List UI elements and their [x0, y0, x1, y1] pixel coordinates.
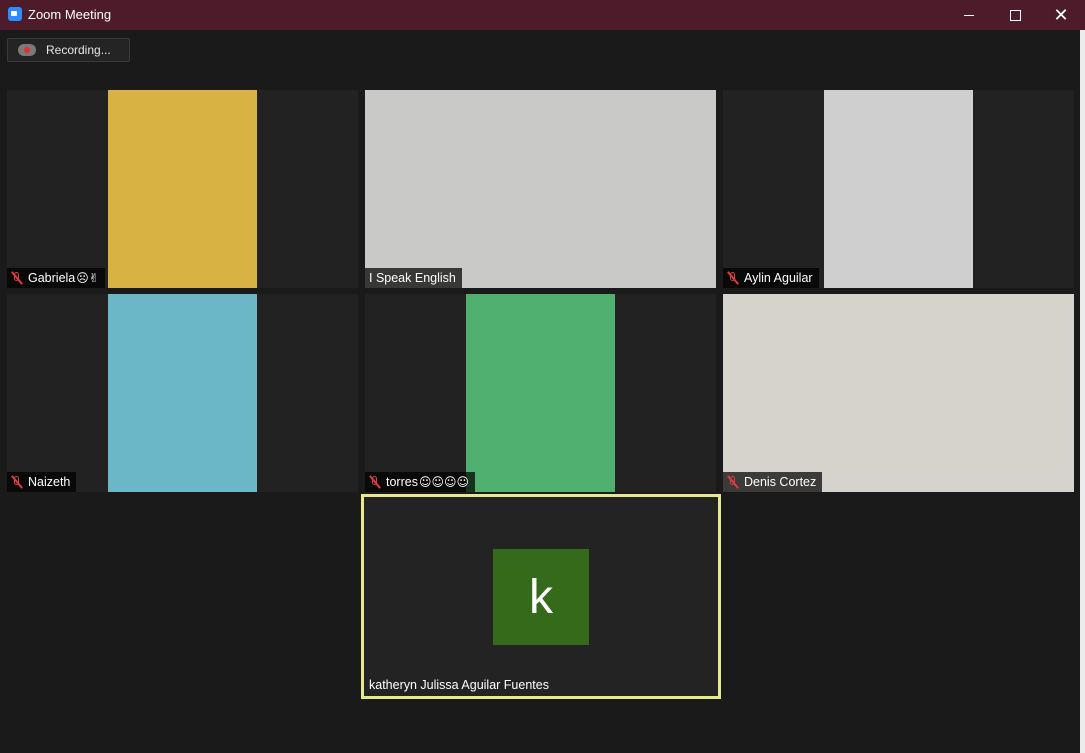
participant-tile[interactable]: Naizeth	[7, 294, 358, 492]
participant-tile[interactable]: torres ☺☺☺☺	[365, 294, 716, 492]
title-bar: Zoom Meeting ✕	[0, 0, 1085, 30]
participant-name: I Speak English	[369, 271, 456, 285]
recording-label: Recording...	[46, 43, 111, 57]
minimize-button[interactable]	[946, 0, 992, 30]
minimize-icon	[964, 14, 974, 16]
muted-mic-icon	[727, 475, 739, 489]
muted-mic-icon	[11, 475, 23, 489]
participant-avatar: k	[493, 549, 589, 645]
name-emoji: ☹✌	[76, 271, 99, 285]
participant-name: Gabriela	[28, 271, 76, 285]
recording-indicator[interactable]: Recording...	[7, 38, 130, 62]
participant-name-tag: Aylin Aguilar	[723, 268, 819, 288]
zoom-app-icon	[8, 7, 22, 21]
cloud-recording-icon	[18, 44, 36, 56]
active-speaker-tile[interactable]: k katheryn Julissa Aguilar Fuentes	[361, 494, 721, 699]
muted-mic-icon	[369, 475, 381, 489]
participant-name: Denis Cortez	[744, 475, 817, 489]
close-button[interactable]: ✕	[1038, 0, 1084, 30]
participant-video	[108, 294, 257, 492]
muted-mic-icon	[11, 271, 23, 285]
participant-video	[365, 90, 716, 288]
participant-name: Aylin Aguilar	[744, 271, 813, 285]
participant-tile[interactable]: Gabriela ☹✌	[7, 90, 358, 288]
participant-name: katheryn Julissa Aguilar Fuentes	[369, 678, 549, 692]
participant-name-tag: Naizeth	[7, 472, 77, 492]
window-edge	[1080, 30, 1085, 753]
window-title: Zoom Meeting	[28, 7, 112, 22]
name-emoji: ☺☺☺☺	[418, 475, 469, 489]
maximize-icon	[1009, 9, 1021, 21]
participant-tile[interactable]: I Speak English	[365, 90, 716, 288]
participant-video	[466, 294, 615, 492]
participant-name: Naizeth	[28, 475, 71, 489]
participant-tile[interactable]: Aylin Aguilar	[723, 90, 1074, 288]
participant-tile[interactable]: Denis Cortez	[723, 294, 1074, 492]
participant-name-tag: Gabriela ☹✌	[7, 268, 105, 288]
participant-name-tag: torres ☺☺☺☺	[365, 472, 475, 492]
participant-name-tag: Denis Cortez	[723, 472, 823, 492]
close-icon: ✕	[1053, 5, 1069, 25]
maximize-button[interactable]	[992, 0, 1038, 30]
participant-video	[824, 90, 973, 288]
participant-name: torres	[386, 475, 418, 489]
participant-video	[108, 90, 257, 288]
participant-video	[723, 294, 1074, 492]
participant-name-tag: I Speak English	[365, 268, 462, 288]
muted-mic-icon	[727, 271, 739, 285]
